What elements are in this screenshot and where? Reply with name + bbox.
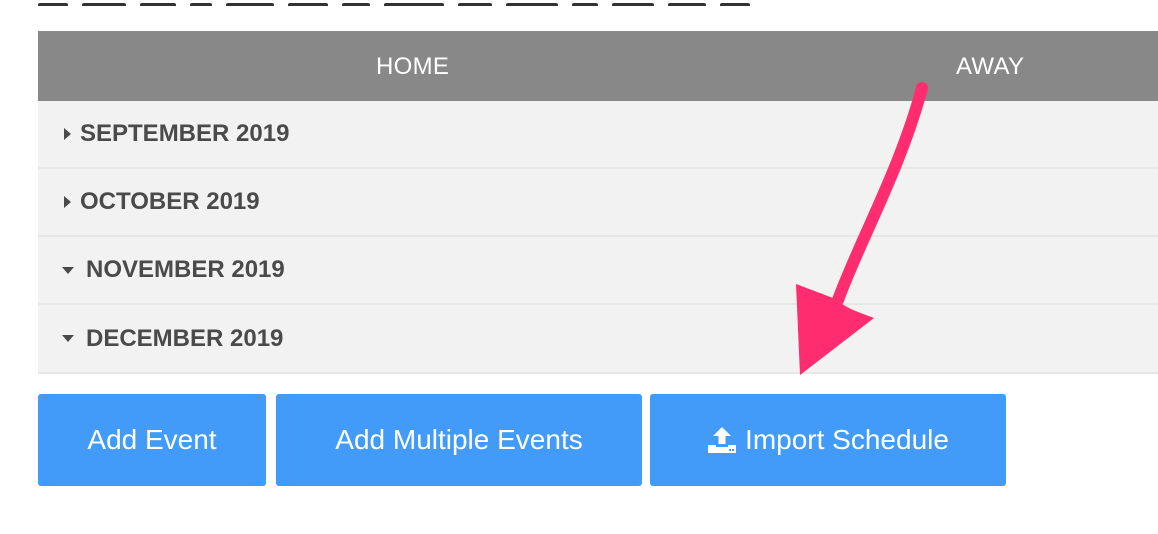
month-row-october[interactable]: OCTOBER 2019 (38, 169, 1158, 237)
month-list: SEPTEMBER 2019 OCTOBER 2019 NOVEMBER 201… (38, 101, 1158, 374)
import-schedule-button[interactable]: Import Schedule (650, 394, 1006, 486)
caret-right-icon (64, 128, 71, 140)
schedule-column-header: HOME AWAY (38, 31, 1158, 101)
caret-down-icon (62, 266, 74, 274)
month-row-september[interactable]: SEPTEMBER 2019 (38, 101, 1158, 169)
add-event-button[interactable]: Add Event (38, 394, 266, 486)
caret-down-icon (62, 335, 74, 342)
month-label: NOVEMBER 2019 (86, 256, 285, 283)
month-row-december[interactable]: DECEMBER 2019 (38, 305, 1158, 374)
month-label: OCTOBER 2019 (80, 188, 260, 215)
cropped-text-strip (38, 0, 1158, 6)
add-event-label: Add Event (87, 424, 217, 455)
month-row-november[interactable]: NOVEMBER 2019 (38, 237, 1158, 305)
month-label: SEPTEMBER 2019 (80, 120, 290, 147)
caret-right-icon (64, 196, 71, 208)
upload-icon (708, 427, 737, 453)
add-multiple-events-button[interactable]: Add Multiple Events (276, 394, 642, 486)
import-schedule-label: Import Schedule (745, 424, 949, 455)
away-column-label: AWAY (956, 53, 1025, 80)
month-label: DECEMBER 2019 (86, 324, 284, 352)
add-multiple-events-label: Add Multiple Events (335, 424, 583, 455)
home-column-label: HOME (376, 53, 450, 80)
